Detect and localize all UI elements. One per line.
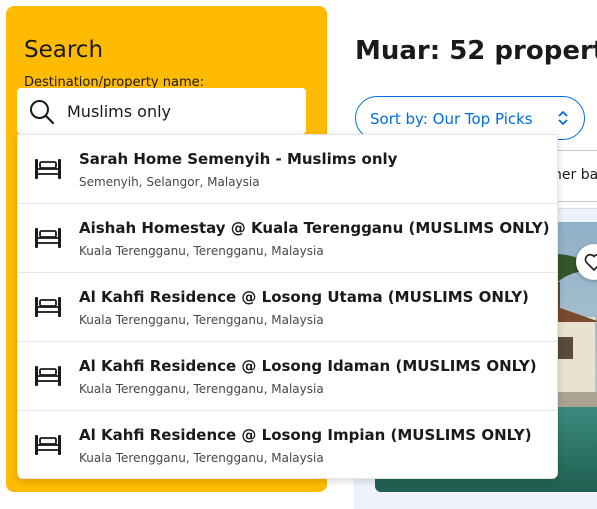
autocomplete-dropdown: Sarah Home Semenyih - Muslims only Semen… [17, 134, 558, 479]
suggestion-item[interactable]: Aishah Homestay @ Kuala Terengganu (MUSL… [18, 203, 557, 272]
filter-chip-label: ner ba [553, 167, 597, 183]
suggestion-item[interactable]: Sarah Home Semenyih - Muslims only Semen… [18, 135, 557, 203]
suggestion-name: Al Kahfi Residence @ Losong Idaman (MUSL… [79, 357, 537, 375]
search-icon [29, 99, 55, 129]
bed-icon [33, 433, 63, 461]
bed-icon [33, 157, 63, 185]
suggestion-item[interactable]: Al Kahfi Residence @ Losong Idaman (MUSL… [18, 341, 557, 410]
suggestion-name: Al Kahfi Residence @ Losong Utama (MUSLI… [79, 288, 529, 306]
suggestion-location: Kuala Terengganu, Terengganu, Malaysia [79, 313, 324, 327]
heart-icon [584, 253, 597, 271]
suggestion-name: Al Kahfi Residence @ Losong Impian (MUSL… [79, 426, 532, 444]
destination-search-box[interactable] [17, 88, 306, 134]
sort-chevron-icon [556, 109, 570, 131]
suggestion-location: Semenyih, Selangor, Malaysia [79, 175, 260, 189]
suggestion-item[interactable]: Al Kahfi Residence @ Losong Utama (MUSLI… [18, 272, 557, 341]
bed-icon [33, 364, 63, 392]
bed-icon [33, 295, 63, 323]
search-title: Search [24, 37, 104, 63]
sort-label: Sort by: Our Top Picks [370, 110, 533, 128]
destination-input[interactable] [67, 96, 297, 126]
suggestion-location: Kuala Terengganu, Terengganu, Malaysia [79, 244, 324, 258]
suggestion-location: Kuala Terengganu, Terengganu, Malaysia [79, 451, 324, 465]
suggestion-location: Kuala Terengganu, Terengganu, Malaysia [79, 382, 324, 396]
suggestion-name: Aishah Homestay @ Kuala Terengganu (MUSL… [79, 219, 550, 237]
bed-icon [33, 226, 63, 254]
suggestion-item[interactable]: Al Kahfi Residence @ Losong Impian (MUSL… [18, 410, 557, 479]
suggestion-name: Sarah Home Semenyih - Muslims only [79, 150, 398, 168]
results-title: Muar: 52 propert [355, 36, 597, 66]
